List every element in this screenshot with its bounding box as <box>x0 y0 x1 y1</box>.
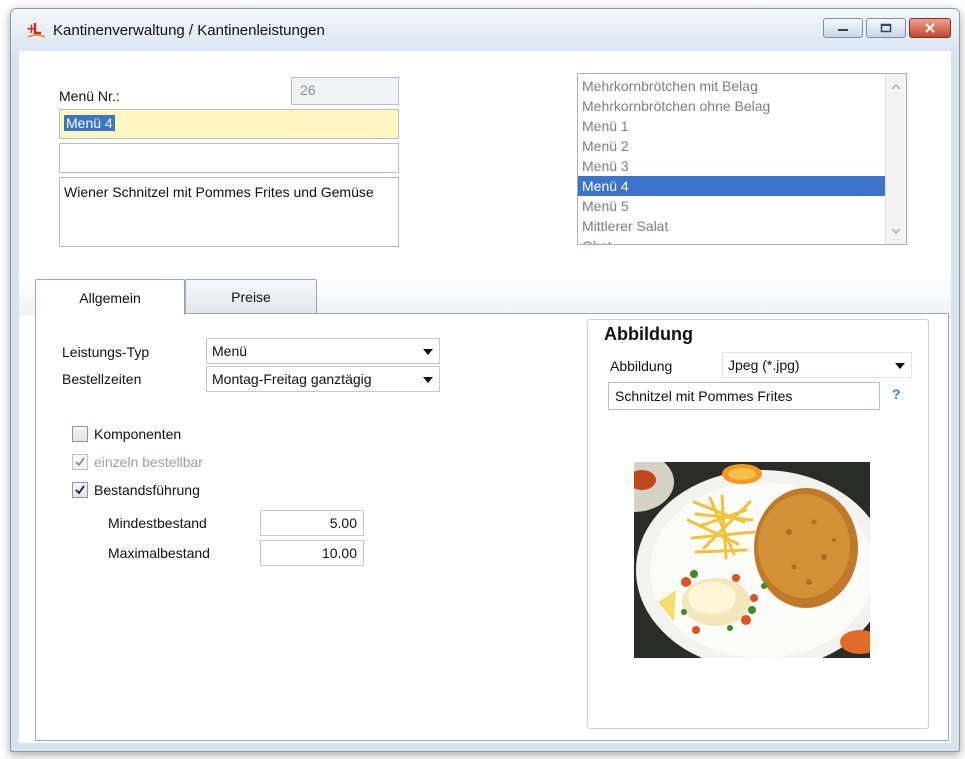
list-item[interactable]: Menü 2 <box>578 136 896 156</box>
chevron-down-icon <box>423 349 433 355</box>
schnitzel-image <box>594 452 888 670</box>
scroll-down-icon[interactable] <box>892 228 900 234</box>
name-field[interactable]: Menü 4 <box>59 109 399 139</box>
bestandsfuehrung-label: Bestandsführung <box>94 482 200 498</box>
abbildung-groupbox: Abbildung Abbildung Jpeg (*.jpg) Schnitz… <box>587 319 929 729</box>
list-item[interactable]: Mittlerer Salat <box>578 216 896 236</box>
client-area: Menü Nr.: 26 Menü 4 Wiener Schnitzel mit… <box>19 51 951 743</box>
mindestbestand-label: Mindestbestand <box>108 515 207 531</box>
chevron-down-icon <box>895 363 905 369</box>
menu-nr-field: 26 <box>291 77 399 105</box>
abbildung-type-label: Abbildung <box>610 358 673 374</box>
chevron-down-icon <box>423 377 433 383</box>
close-button[interactable] <box>909 18 951 38</box>
secondary-name-field[interactable] <box>59 143 399 173</box>
einzeln-label: einzeln bestellbar <box>94 454 203 470</box>
list-item[interactable]: Menü 1 <box>578 116 896 136</box>
app-window: + Kantinenverwaltung / Kantinenleistunge… <box>10 8 960 752</box>
abbildung-heading: Abbildung <box>604 324 693 344</box>
description-text: Wiener Schnitzel mit Pommes Frites und G… <box>64 184 374 200</box>
menu-nr-label: Menü Nr.: <box>59 88 120 104</box>
bestandsfuehrung-checkbox[interactable] <box>72 482 88 498</box>
tab-strip: Allgemein Preise <box>19 275 951 315</box>
name-value: Menü 4 <box>64 115 115 131</box>
maximize-icon <box>880 23 892 33</box>
tab-preise[interactable]: Preise <box>185 279 317 313</box>
description-field[interactable]: Wiener Schnitzel mit Pommes Frites und G… <box>59 177 399 247</box>
app-logo-icon: + <box>26 22 46 38</box>
scroll-up-icon[interactable] <box>892 84 900 90</box>
list-item[interactable]: Menü 3 <box>578 156 896 176</box>
bestellzeiten-label: Bestellzeiten <box>62 371 142 387</box>
checkmark-icon <box>75 457 85 467</box>
help-icon[interactable]: ? <box>892 386 901 402</box>
minimize-button[interactable] <box>823 18 863 38</box>
checkmark-icon <box>75 485 85 495</box>
list-item[interactable]: Menü 5 <box>578 196 896 216</box>
leistungstyp-select[interactable]: Menü <box>206 338 440 364</box>
bestellzeiten-select[interactable]: Montag-Freitag ganztägig <box>206 366 440 392</box>
list-item[interactable]: Obst <box>578 236 896 244</box>
list-item[interactable]: Mehrkornbrötchen ohne Belag <box>578 96 896 116</box>
maximalbestand-field[interactable]: 10.00 <box>260 540 364 566</box>
leistungstyp-value: Menü <box>212 343 248 359</box>
maximize-button[interactable] <box>866 18 906 38</box>
header-section: Menü Nr.: 26 Menü 4 Wiener Schnitzel mit… <box>19 51 951 281</box>
einzeln-checkbox[interactable] <box>72 454 88 470</box>
maximalbestand-label: Maximalbestand <box>108 545 210 561</box>
mindestbestand-field[interactable]: 5.00 <box>260 510 364 536</box>
bestellzeiten-value: Montag-Freitag ganztägig <box>212 371 372 387</box>
title-bar[interactable]: + Kantinenverwaltung / Kantinenleistunge… <box>11 9 959 51</box>
komponenten-checkbox[interactable] <box>72 426 88 442</box>
abbildung-type-select[interactable]: Jpeg (*.jpg) <box>722 352 912 378</box>
list-item[interactable]: Menü 4 <box>578 176 896 196</box>
leistungstyp-label: Leistungs-Typ <box>62 344 150 360</box>
abbildung-type-value: Jpeg (*.jpg) <box>728 357 800 373</box>
list-item[interactable]: Mehrkornbrötchen mit Belag <box>578 76 896 96</box>
list-scrollbar[interactable] <box>885 74 906 244</box>
close-icon <box>925 23 935 33</box>
menu-listbox[interactable]: Mehrkornbrötchen mit Belag Mehrkornbrötch… <box>577 73 907 245</box>
minimize-icon <box>838 29 848 31</box>
window-title: Kantinenverwaltung / Kantinenleistungen <box>53 21 325 39</box>
food-photo <box>594 452 888 670</box>
tab-allgemein[interactable]: Allgemein <box>35 279 185 315</box>
komponenten-label: Komponenten <box>94 426 182 442</box>
abbildung-caption-field[interactable]: Schnitzel mit Pommes Frites <box>608 382 880 410</box>
